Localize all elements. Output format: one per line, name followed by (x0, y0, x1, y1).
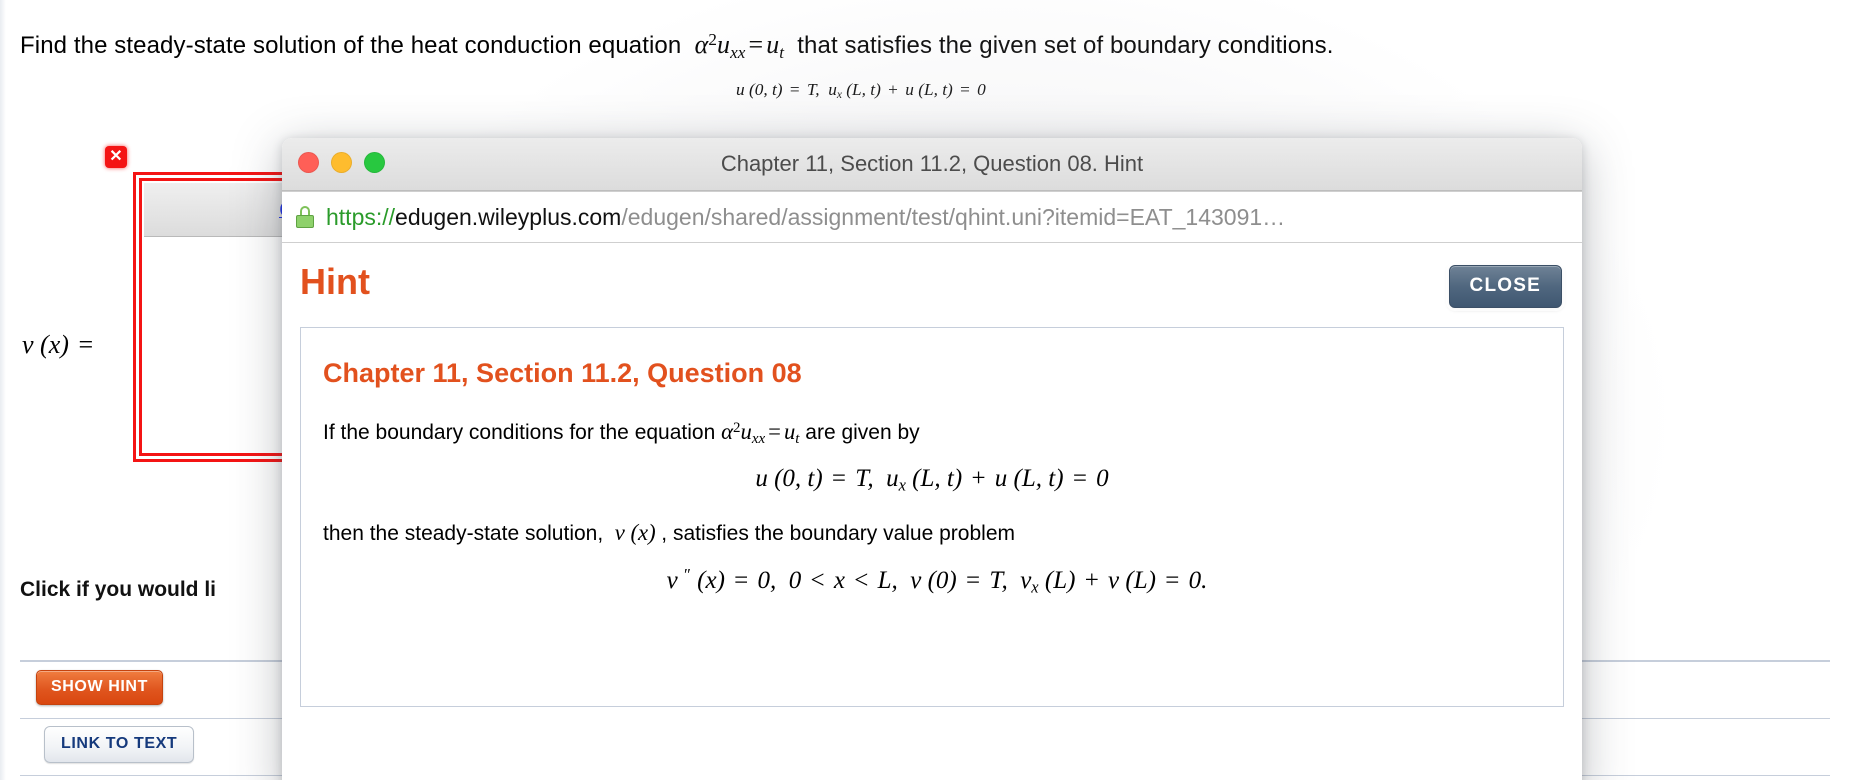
hint-paragraph-1-suffix: are given by (805, 421, 920, 444)
question-inline-equation: α2uxx = ut (688, 30, 785, 62)
url-scheme: https:// (326, 203, 396, 230)
hint-equation-1: u (0, t) = T, ux (L, t) + u (L, t) = 0 (755, 465, 1109, 495)
window-title: Chapter 11, Section 11.2, Question 08. H… (720, 151, 1144, 176)
page-left-rail (0, 0, 6, 780)
address-bar[interactable]: https://edugen.wileyplus.com/edugen/shar… (282, 191, 1582, 243)
lock-icon (296, 206, 314, 228)
hint-header-row: Hint CLOSE (300, 243, 1564, 327)
question-statement: Find the steady-state solution of the he… (20, 30, 1333, 63)
window-titlebar[interactable]: Chapter 11, Section 11.2, Question 08. H… (282, 138, 1582, 191)
url-path: /edugen/shared/assignment/test/qhint.uni… (621, 203, 1286, 230)
click-if-text: Click if you would li (20, 578, 217, 601)
hint-panel: Chapter 11, Section 11.2, Question 08 If… (300, 327, 1564, 707)
close-button[interactable]: CLOSE (1448, 265, 1562, 308)
hint-paragraph-1: If the boundary conditions for the equat… (323, 417, 1541, 449)
hint-paragraph-1-prefix: If the boundary conditions for the equat… (323, 421, 716, 444)
hint-paragraph-2-prefix: then the steady-state solution, (323, 522, 604, 545)
answer-label: v (x) = (22, 330, 94, 359)
hint-chapter-heading: Chapter 11, Section 11.2, Question 08 (323, 358, 802, 388)
question-statement-prefix: Find the steady-state solution of the he… (20, 32, 682, 60)
hint-paragraph-2-suffix: , satisfies the boundary value problem (661, 522, 1015, 545)
assignment-page: Find the steady-state solution of the he… (0, 0, 1862, 780)
url-host: edugen.wileyplus.com (395, 203, 622, 230)
hint-inline-equation-1: α2uxx = ut (721, 419, 800, 448)
hint-paragraph-2: then the steady-state solution, v (x) , … (323, 518, 1541, 549)
link-to-text-button[interactable]: LINK TO TEXT (44, 726, 195, 763)
hint-content-area: Hint CLOSE Chapter 11, Section 11.2, Que… (282, 243, 1582, 780)
url-text: https://edugen.wileyplus.com/edugen/shar… (326, 204, 1285, 231)
incorrect-answer-icon: ✕ (105, 146, 127, 168)
question-boundary-equation: u (0, t) = T, ux (L, t) + u (L, t) = 0 (736, 80, 986, 102)
hint-heading: Hint (300, 261, 370, 302)
question-statement-suffix: that satisfies the given set of boundary… (797, 32, 1334, 60)
hint-inline-equation-2: v (x) (614, 520, 662, 545)
hint-equation-2: v ″ (x) = 0, 0 < x < L, v (0) = T, vx (L… (666, 564, 1208, 597)
show-hint-button[interactable]: SHOW HINT (36, 670, 163, 705)
hint-popup-window: Chapter 11, Section 11.2, Question 08. H… (282, 138, 1582, 780)
